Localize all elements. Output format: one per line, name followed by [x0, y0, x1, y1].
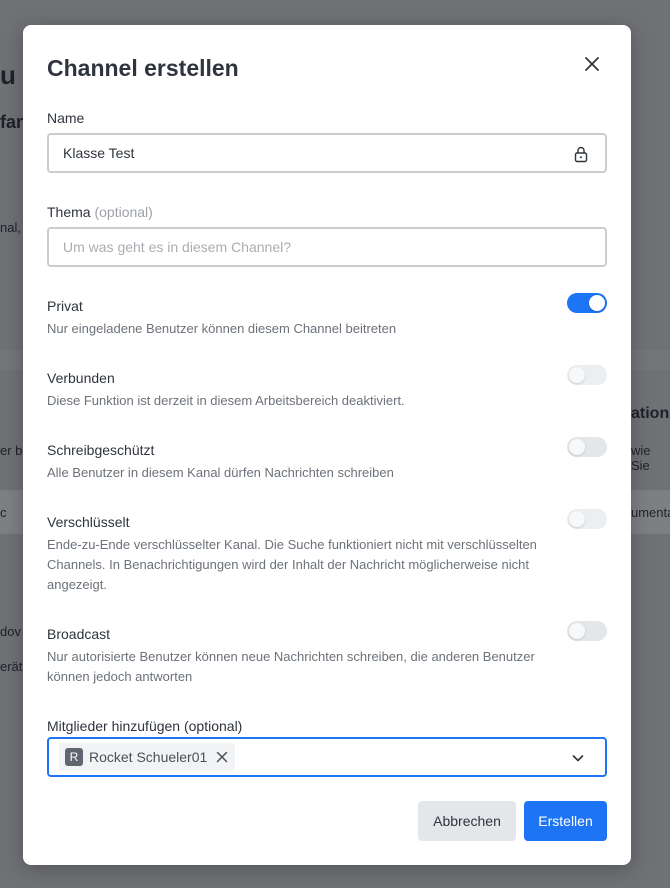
toggle-knob	[589, 295, 605, 311]
name-value: Klasse Test	[63, 145, 135, 161]
members-label: Mitglieder hinzufügen (optional)	[47, 718, 243, 734]
federated-toggle[interactable]	[567, 365, 607, 385]
toggle-title: Verbunden	[47, 370, 115, 386]
toggle-title: Schreibgeschützt	[47, 442, 155, 458]
member-chip: R Rocket Schueler01	[59, 743, 236, 771]
name-field[interactable]: Klasse Test	[47, 133, 607, 173]
background-heading: ation	[631, 405, 670, 422]
toggle-description: Ende-zu-Ende verschlüsselter Kanal. Die …	[47, 537, 537, 592]
toggle-knob	[569, 439, 585, 455]
modal-title: Channel erstellen	[47, 55, 239, 81]
name-label: Name	[47, 110, 85, 126]
background-text: umenta	[631, 505, 670, 520]
broadcast-toggle[interactable]	[567, 621, 607, 641]
topic-label-text: Thema	[47, 204, 91, 220]
member-chip-label: Rocket Schueler01	[89, 749, 208, 765]
create-button[interactable]: Erstellen	[524, 801, 607, 841]
background-text: wie Sie	[631, 443, 651, 473]
private-toggle[interactable]	[567, 293, 607, 313]
toggle-title: Verschlüsselt	[47, 514, 130, 530]
background-text: nal,	[0, 220, 21, 235]
cancel-button[interactable]: Abbrechen	[418, 801, 516, 841]
encrypted-toggle[interactable]	[567, 509, 607, 529]
toggle-title: Privat	[47, 298, 83, 314]
lock-icon	[574, 146, 588, 163]
readonly-toggle[interactable]	[567, 437, 607, 457]
topic-optional-text: (optional)	[94, 204, 153, 220]
topic-label: Thema (optional)	[47, 204, 153, 220]
toggle-description: Nur autorisierte Benutzer können neue Na…	[47, 649, 535, 684]
toggle-description: Nur eingeladene Benutzer können diesem C…	[47, 321, 397, 336]
toggle-knob	[569, 367, 585, 383]
create-channel-modal: Channel erstellen Name Klasse Test Thema…	[23, 25, 631, 865]
background-text: c	[0, 505, 7, 520]
topic-placeholder: Um was geht es in diesem Channel?	[63, 239, 292, 255]
toggle-title: Broadcast	[47, 626, 111, 642]
toggle-knob	[569, 511, 585, 527]
background-text: dov	[0, 624, 21, 639]
toggle-knob	[569, 623, 585, 639]
chevron-down-icon[interactable]	[571, 751, 585, 765]
close-icon[interactable]	[215, 750, 229, 764]
members-autocomplete[interactable]: R Rocket Schueler01	[47, 737, 607, 777]
toggle-description: Diese Funktion ist derzeit in diesem Arb…	[47, 393, 405, 408]
avatar: R	[65, 748, 83, 766]
toggle-description: Alle Benutzer in diesem Kanal dürfen Nac…	[47, 465, 394, 480]
background-text: er b	[0, 443, 23, 458]
close-icon	[585, 57, 599, 71]
topic-field[interactable]: Um was geht es in diesem Channel?	[47, 227, 607, 267]
close-button[interactable]	[580, 52, 604, 76]
